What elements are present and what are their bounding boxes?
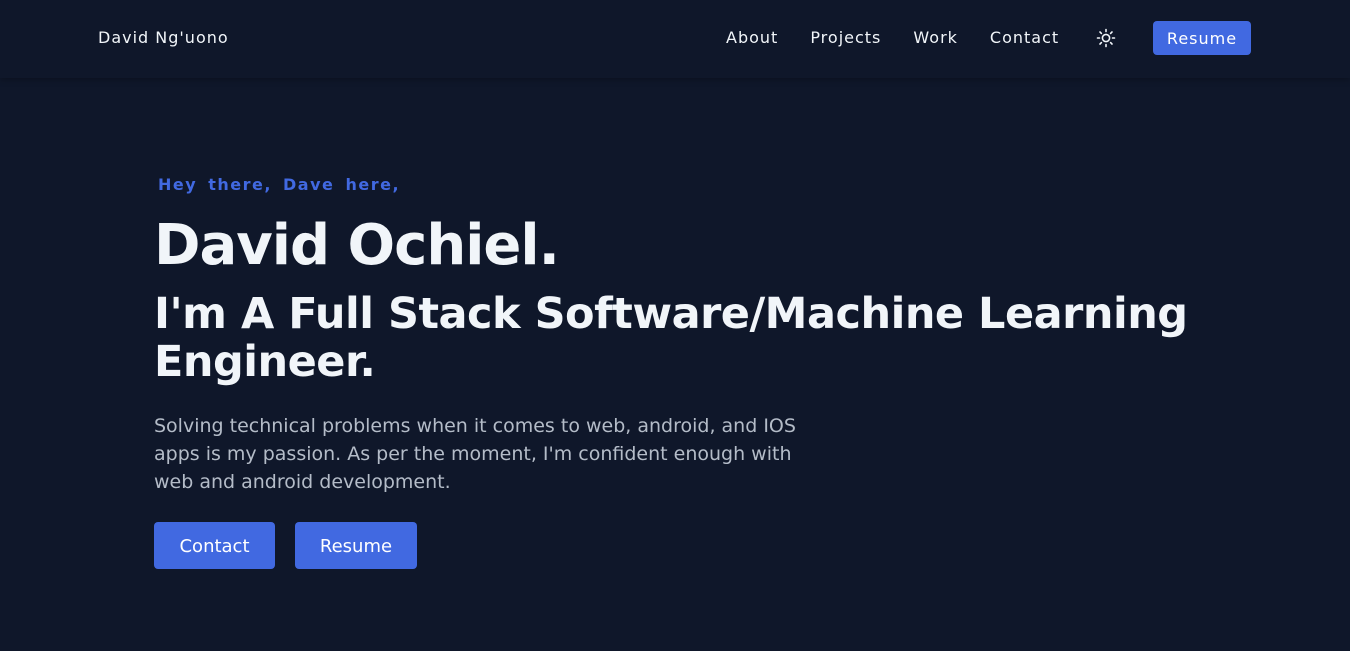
hero-description: Solving technical problems when it comes… bbox=[154, 415, 796, 493]
hero-name: David Ochiel. bbox=[154, 213, 560, 278]
navbar: David Ng'uono About Projects Work Contac… bbox=[0, 0, 1350, 78]
resume-button[interactable]: Resume bbox=[295, 522, 417, 569]
hero-greeting: Hey there, Dave here, bbox=[158, 175, 401, 194]
nav-link-work[interactable]: Work bbox=[913, 28, 958, 47]
nav-link-projects[interactable]: Projects bbox=[810, 28, 881, 47]
contact-button[interactable]: Contact bbox=[154, 522, 275, 569]
nav-link-about[interactable]: About bbox=[726, 28, 778, 47]
sun-icon[interactable] bbox=[1096, 28, 1116, 48]
nav-link-contact[interactable]: Contact bbox=[990, 28, 1059, 47]
hero-section: Hey there, Dave here, David Ochiel. I'm … bbox=[154, 170, 1204, 569]
hero-buttons: Contact Resume bbox=[154, 522, 1204, 569]
nav-resume-button[interactable]: Resume bbox=[1153, 21, 1251, 55]
brand-name[interactable]: David Ng'uono bbox=[98, 28, 229, 47]
nav-links: About Projects Work Contact bbox=[726, 28, 1091, 47]
hero-title: I'm A Full Stack Software/Machine Learni… bbox=[154, 289, 1188, 387]
